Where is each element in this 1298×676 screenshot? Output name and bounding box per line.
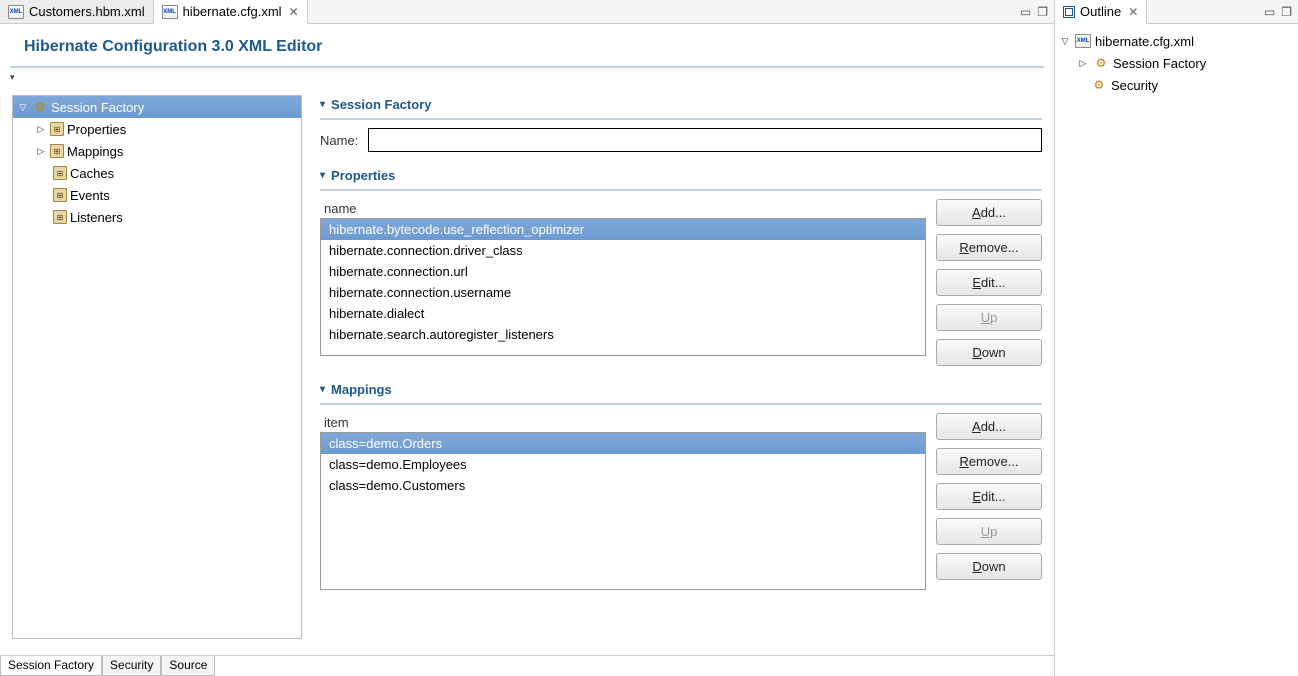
editor-bottom-tabs: Session Factory Security Source [0, 655, 1054, 676]
list-item[interactable]: class=demo.Orders [321, 433, 925, 454]
tree-properties[interactable]: ▷ ⊞ Properties [13, 118, 301, 140]
tree-session-factory[interactable]: ▽ ⚙ Session Factory [13, 96, 301, 118]
name-input[interactable] [368, 128, 1042, 152]
page-title: Hibernate Configuration 3.0 XML Editor [10, 24, 1044, 68]
outline-tree: ▽ XML hibernate.cfg.xml ▷ ⚙ Session Fact… [1055, 24, 1298, 676]
tree-label: Session Factory [51, 100, 144, 115]
outline-security[interactable]: ⚙ Security [1059, 74, 1294, 96]
section-session-factory: ▾ Session Factory Name: [320, 95, 1042, 152]
section-title: Properties [331, 168, 395, 183]
list-item[interactable]: class=demo.Employees [321, 454, 925, 475]
tree-mappings[interactable]: ▷ ⊞ Mappings [13, 140, 301, 162]
config-tree: ▽ ⚙ Session Factory ▷ ⊞ Properties ▷ ⊞ [12, 95, 302, 639]
bottom-tab-source[interactable]: Source [161, 656, 215, 676]
tree-label: Caches [70, 166, 114, 181]
close-icon[interactable]: ✕ [1128, 5, 1138, 19]
outline-label: Session Factory [1113, 56, 1206, 71]
bottom-tab-security[interactable]: Security [102, 656, 161, 676]
list-item[interactable]: hibernate.connection.username [321, 282, 925, 303]
close-icon[interactable]: ✕ [289, 5, 299, 19]
expand-icon[interactable]: ▷ [1077, 58, 1089, 69]
section-title: Session Factory [331, 97, 431, 112]
list-item[interactable]: hibernate.connection.url [321, 261, 925, 282]
tree-listeners[interactable]: ⊞ Listeners [13, 206, 301, 228]
collapse-icon[interactable]: ▾ [320, 170, 325, 181]
up-button[interactable]: Up [936, 518, 1042, 545]
tab-outline[interactable]: Outline ✕ [1055, 0, 1147, 24]
outline-icon [1063, 6, 1075, 18]
list-item[interactable]: hibernate.bytecode.use_reflection_optimi… [321, 219, 925, 240]
tab-hibernate-cfg[interactable]: XML hibernate.cfg.xml ✕ [154, 0, 308, 24]
up-button[interactable]: Up [936, 304, 1042, 331]
outline-tabbar: Outline ✕ ▭ ❐ [1055, 0, 1298, 24]
column-header: item [320, 413, 926, 432]
tree-caches[interactable]: ⊞ Caches [13, 162, 301, 184]
collapse-icon[interactable]: ▾ [320, 99, 325, 110]
tree-label: Listeners [70, 210, 123, 225]
xml-file-icon: XML [1075, 34, 1091, 48]
bottom-tab-session-factory[interactable]: Session Factory [0, 656, 102, 676]
name-label: Name: [320, 133, 358, 148]
remove-button[interactable]: Remove... [936, 234, 1042, 261]
panel-controls: ▭ ❐ [1258, 0, 1298, 23]
grid-icon: ⊞ [53, 188, 67, 202]
remove-button[interactable]: Remove... [936, 448, 1042, 475]
tree-events[interactable]: ⊞ Events [13, 184, 301, 206]
xml-file-icon: XML [8, 5, 24, 19]
tab-label: hibernate.cfg.xml [183, 4, 282, 19]
add-button[interactable]: Add... [936, 199, 1042, 226]
mappings-list[interactable]: class=demo.Orders class=demo.Employees c… [320, 432, 926, 590]
section-mappings: ▾ Mappings item class=demo.Orders class=… [320, 380, 1042, 590]
expand-icon[interactable]: ▽ [1059, 36, 1071, 47]
panel-controls: ▭ ❐ [1014, 0, 1054, 23]
tree-label: Events [70, 188, 110, 203]
section-properties: ▾ Properties name hibernate.bytecode.use… [320, 166, 1042, 366]
security-icon: ⚙ [1091, 78, 1107, 92]
grid-icon: ⊞ [50, 122, 64, 136]
expand-icon[interactable]: ▷ [35, 124, 47, 135]
edit-button[interactable]: Edit... [936, 269, 1042, 296]
tree-label: Properties [67, 122, 126, 137]
editor-menu-caret[interactable]: ▾ [0, 68, 1054, 87]
maximize-icon[interactable]: ❐ [1281, 5, 1292, 19]
properties-list[interactable]: hibernate.bytecode.use_reflection_optimi… [320, 218, 926, 356]
down-button[interactable]: Down [936, 553, 1042, 580]
expand-icon[interactable]: ▽ [17, 102, 29, 113]
factory-icon: ⚙ [1093, 56, 1109, 70]
maximize-icon[interactable]: ❐ [1037, 5, 1048, 19]
collapse-icon[interactable]: ▾ [320, 384, 325, 395]
factory-icon: ⚙ [32, 100, 48, 114]
outline-root[interactable]: ▽ XML hibernate.cfg.xml [1059, 30, 1294, 52]
tab-customers[interactable]: XML Customers.hbm.xml [0, 0, 154, 23]
list-item[interactable]: hibernate.search.autoregister_listeners [321, 324, 925, 345]
tab-label: Customers.hbm.xml [29, 4, 145, 19]
grid-icon: ⊞ [53, 210, 67, 224]
edit-button[interactable]: Edit... [936, 483, 1042, 510]
column-header: name [320, 199, 926, 218]
list-item[interactable]: hibernate.connection.driver_class [321, 240, 925, 261]
down-button[interactable]: Down [936, 339, 1042, 366]
expand-icon[interactable]: ▷ [35, 146, 47, 157]
outline-session-factory[interactable]: ▷ ⚙ Session Factory [1059, 52, 1294, 74]
minimize-icon[interactable]: ▭ [1020, 5, 1031, 19]
list-item[interactable]: class=demo.Customers [321, 475, 925, 496]
tab-label: Outline [1080, 4, 1121, 19]
grid-icon: ⊞ [50, 144, 64, 158]
editor-tabbar: XML Customers.hbm.xml XML hibernate.cfg.… [0, 0, 1054, 24]
tree-label: Mappings [67, 144, 123, 159]
list-item[interactable]: hibernate.dialect [321, 303, 925, 324]
outline-label: hibernate.cfg.xml [1095, 34, 1194, 49]
grid-icon: ⊞ [53, 166, 67, 180]
add-button[interactable]: Add... [936, 413, 1042, 440]
minimize-icon[interactable]: ▭ [1264, 5, 1275, 19]
xml-file-icon: XML [162, 5, 178, 19]
outline-label: Security [1111, 78, 1158, 93]
section-title: Mappings [331, 382, 392, 397]
